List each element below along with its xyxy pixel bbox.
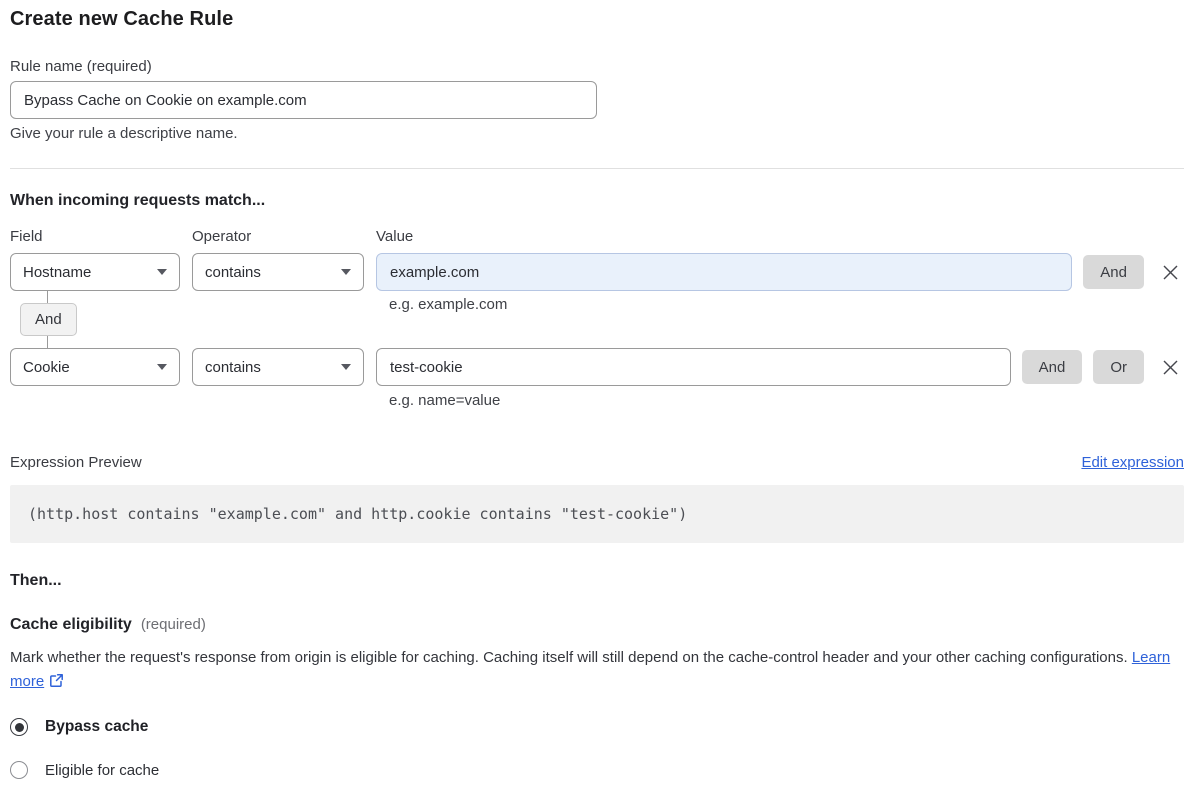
close-icon bbox=[1163, 265, 1177, 279]
expression-preview-header: Expression Preview Edit expression bbox=[10, 454, 1184, 471]
radio-option-eligible-for-cache[interactable]: Eligible for cache bbox=[10, 761, 1184, 779]
or-button-row-2[interactable]: Or bbox=[1093, 350, 1144, 384]
condition-row-1: Hostname contains And bbox=[10, 253, 1184, 291]
radio-option-bypass-cache[interactable]: Bypass cache bbox=[10, 718, 1184, 736]
cache-eligibility-heading: Cache eligibility (required) bbox=[10, 616, 1184, 634]
value-input-1[interactable] bbox=[376, 253, 1073, 291]
remove-condition-1-button[interactable] bbox=[1158, 260, 1182, 284]
rule-name-input[interactable] bbox=[10, 81, 597, 119]
operator-select-1[interactable]: contains bbox=[192, 253, 364, 291]
field-select-2-value: Cookie bbox=[23, 358, 70, 376]
rule-name-label: Rule name (required) bbox=[10, 58, 152, 75]
field-select-1[interactable]: Hostname bbox=[10, 253, 180, 291]
field-select-2[interactable]: Cookie bbox=[10, 348, 180, 386]
connector-line bbox=[47, 336, 48, 348]
section-divider bbox=[10, 168, 1184, 169]
close-icon bbox=[1163, 360, 1177, 374]
operator-column-label: Operator bbox=[192, 228, 252, 245]
and-button-row-1[interactable]: And bbox=[1083, 255, 1144, 289]
chevron-down-icon bbox=[157, 364, 167, 370]
radio-button-selected[interactable] bbox=[10, 718, 28, 736]
condition-column-headers: Field Operator Value bbox=[10, 228, 1184, 245]
value-hint-1: e.g. example.com bbox=[389, 296, 508, 313]
radio-button-unselected[interactable] bbox=[10, 761, 28, 779]
operator-select-1-value: contains bbox=[205, 263, 261, 281]
cache-eligibility-description: Mark whether the request's response from… bbox=[10, 646, 1184, 694]
description-text: Mark whether the request's response from… bbox=[10, 649, 1128, 666]
connector-and-button[interactable]: And bbox=[20, 303, 77, 336]
value-column-label: Value bbox=[376, 228, 414, 245]
chevron-down-icon bbox=[341, 364, 351, 370]
condition-connector-area: e.g. example.com And bbox=[10, 291, 1184, 348]
chevron-down-icon bbox=[341, 269, 351, 275]
expression-preview-code: (http.host contains "example.com" and ht… bbox=[10, 485, 1184, 543]
expression-preview-label: Expression Preview bbox=[10, 454, 142, 471]
operator-select-2[interactable]: contains bbox=[192, 348, 364, 386]
match-section-heading: When incoming requests match... bbox=[10, 192, 266, 209]
field-column-label: Field bbox=[10, 228, 43, 245]
remove-condition-2-button[interactable] bbox=[1158, 355, 1182, 379]
condition-row-2: Cookie contains And Or bbox=[10, 348, 1184, 386]
value-input-2[interactable] bbox=[376, 348, 1011, 386]
radio-dot bbox=[14, 722, 24, 732]
cache-rule-form: Create new Cache Rule Rule name (require… bbox=[10, 8, 1184, 779]
connector-line bbox=[47, 291, 48, 303]
rule-name-help: Give your rule a descriptive name. bbox=[10, 125, 238, 142]
chevron-down-icon bbox=[157, 269, 167, 275]
operator-select-2-value: contains bbox=[205, 358, 261, 376]
bypass-cache-label: Bypass cache bbox=[45, 718, 149, 735]
eligible-for-cache-label: Eligible for cache bbox=[45, 761, 160, 779]
required-note: (required) bbox=[140, 616, 206, 633]
external-link-icon bbox=[50, 674, 64, 687]
and-button-row-2[interactable]: And bbox=[1021, 350, 1083, 384]
then-section-heading: Then... bbox=[10, 572, 62, 589]
edit-expression-link[interactable]: Edit expression bbox=[1081, 454, 1184, 471]
value-hint-2: e.g. name=value bbox=[389, 392, 501, 409]
page-title: Create new Cache Rule bbox=[10, 8, 234, 30]
cache-eligibility-title: Cache eligibility bbox=[10, 616, 132, 633]
field-select-1-value: Hostname bbox=[23, 263, 92, 281]
